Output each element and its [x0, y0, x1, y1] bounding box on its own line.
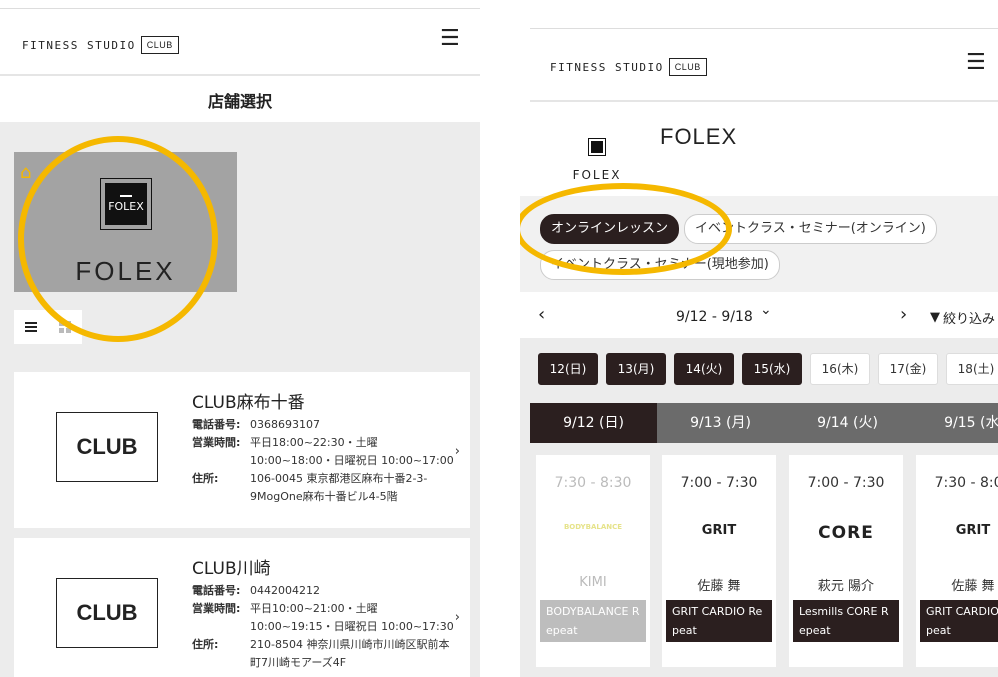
store-info: 電話番号: 0442004212 営業時間: 平日10:00~21:00・土曜 10…	[192, 582, 454, 672]
lesson-card[interactable]: 7:30 - 8:00 GRIT 佐藤 舞 GRIT CARDIO Repeat	[916, 455, 998, 667]
filter-event-online[interactable]: イベントクラス・セミナー(オンライン)	[684, 214, 937, 244]
lesson-time: 7:00 - 7:30	[680, 475, 758, 491]
date-tab[interactable]: 9/15 (水)	[911, 403, 998, 443]
store-card[interactable]: CLUB CLUB麻布十番 電話番号: 0368693107 営業時間: 平日18:…	[14, 372, 470, 528]
filter-online-lesson[interactable]: オンラインレッスン	[540, 214, 680, 244]
program-logo: GRIT	[701, 523, 737, 538]
day-button[interactable]: 17(金)	[878, 353, 938, 385]
folex-logo-frame	[588, 138, 606, 156]
store-card[interactable]: CLUB CLUB川崎 電話番号: 0442004212 営業時間: 平日10:00…	[14, 538, 470, 677]
logo-brand: FITNESS STUDIO	[22, 38, 136, 52]
date-tab-active[interactable]: 9/12 (日)	[530, 403, 657, 443]
day-button[interactable]: 13(月)	[606, 353, 666, 385]
store-name: CLUB麻布十番	[192, 393, 305, 413]
folex-logo: FOLEX	[105, 183, 147, 225]
store-logo: CLUB	[56, 412, 158, 482]
top-divider	[0, 8, 480, 9]
featured-store-name: FOLEX	[75, 256, 176, 286]
studio-logo: FOLEX	[562, 128, 632, 188]
lesson-time: 7:00 - 7:30	[807, 475, 885, 491]
store-select-screen: FITNESS STUDIO CLUB ☰ 店舗選択 ⌂ FOLEX FOLEX…	[0, 0, 480, 677]
chevron-right-icon: ›	[454, 610, 460, 625]
store-info: 電話番号: 0368693107 営業時間: 平日18:00~22:30・土曜 10…	[192, 416, 454, 506]
folex-logo-text: FOLEX	[108, 200, 144, 213]
grid-icon	[59, 321, 71, 333]
instructor-name: KIMI	[579, 575, 607, 590]
lesson-title: BODYBALANCE Repeat	[540, 600, 646, 642]
week-nav	[520, 296, 998, 338]
instructor-name: 佐藤 舞	[951, 579, 995, 594]
address-line1: 210-8504 神奈川県川崎市川崎区駅前本	[250, 638, 450, 651]
date-tab[interactable]: 9/13 (月)	[657, 403, 784, 443]
hours-line2: 10:00~19:15・日曜祝日 10:00~17:30	[250, 620, 454, 633]
instructor-name: 佐藤 舞	[697, 579, 741, 594]
chevron-down-icon[interactable]: ⌄	[760, 302, 772, 318]
phone-value: 0442004212	[250, 584, 320, 597]
menu-icon[interactable]: ☰	[966, 52, 986, 74]
address-label: 住所:	[192, 472, 219, 485]
program-logo: GRIT	[955, 523, 991, 538]
schedule-screen: FITNESS STUDIO CLUB ☰ FOLEX FOLEX オンラインレ…	[520, 0, 998, 677]
store-name: CLUB川崎	[192, 559, 271, 579]
phone-label: 電話番号:	[192, 418, 241, 431]
lesson-time: 7:30 - 8:30	[554, 475, 632, 491]
lesson-title: GRIT CARDIO Repeat	[920, 600, 998, 642]
list-icon	[25, 322, 37, 332]
lesson-card[interactable]: 7:00 - 7:30 GRIT 佐藤 舞 GRIT CARDIO Repeat	[662, 455, 776, 667]
date-tab[interactable]: 9/14 (火)	[784, 403, 911, 443]
day-button[interactable]: 15(水)	[742, 353, 802, 385]
hours-line1: 平日10:00~21:00・土曜	[250, 602, 378, 615]
home-icon: ⌂	[20, 162, 32, 183]
address-line1: 106-0045 東京都港区麻布十番2-3-	[250, 472, 428, 485]
address-label: 住所:	[192, 638, 219, 651]
list-view-toggle[interactable]	[14, 310, 48, 344]
lesson-title: GRIT CARDIO Repeat	[666, 600, 772, 642]
lesson-title: Lesmills CORE Repeat	[793, 600, 899, 642]
day-button[interactable]: 14(火)	[674, 353, 734, 385]
filter-icon: ▼	[930, 310, 940, 325]
studio-name: FOLEX	[660, 124, 738, 149]
prev-week-icon[interactable]: ‹	[538, 304, 545, 325]
phone-label: 電話番号:	[192, 584, 241, 597]
site-logo[interactable]: FITNESS STUDIO CLUB	[22, 36, 179, 54]
phone-value: 0368693107	[250, 418, 320, 431]
grid-view-toggle[interactable]	[48, 310, 82, 344]
lesson-card[interactable]: 7:00 - 7:30 CORE 萩元 陽介 Lesmills CORE Rep…	[789, 455, 903, 667]
instructor-name: 萩元 陽介	[817, 579, 875, 594]
hours-line2: 10:00~18:00・日曜祝日 10:00~17:00	[250, 454, 454, 467]
menu-icon[interactable]: ☰	[440, 28, 460, 50]
filter-button[interactable]: ▼ 絞り込み	[930, 308, 995, 327]
hours-line1: 平日18:00~22:30・土曜	[250, 436, 378, 449]
filter-label: 絞り込み	[943, 312, 996, 327]
week-range[interactable]: 9/12 - 9/18	[676, 309, 753, 325]
logo-brand: FITNESS STUDIO	[550, 60, 664, 74]
next-week-icon[interactable]: ›	[900, 304, 907, 325]
chevron-right-icon: ›	[454, 444, 460, 459]
studio-logo-caption: FOLEX	[572, 168, 622, 182]
lesson-card[interactable]: 7:30 - 8:30 BODYBALANCE KIMI BODYBALANCE…	[536, 455, 650, 667]
day-button[interactable]: 16(木)	[810, 353, 870, 385]
program-logo: BODYBALANCE	[563, 523, 623, 531]
featured-store-card[interactable]: ⌂ FOLEX FOLEX	[14, 152, 237, 292]
hours-label: 営業時間:	[192, 602, 241, 615]
day-button[interactable]: 18(土)	[946, 353, 998, 385]
address-line2: 9MogOne麻布十番ビル4-5階	[250, 490, 398, 503]
header-divider	[0, 74, 480, 76]
lesson-time: 7:30 - 8:00	[934, 475, 998, 491]
program-logo: CORE	[818, 523, 874, 543]
hours-label: 営業時間:	[192, 436, 241, 449]
logo-box: CLUB	[140, 36, 179, 54]
site-logo[interactable]: FITNESS STUDIO CLUB	[550, 58, 707, 76]
folex-logo-frame: FOLEX	[100, 178, 152, 230]
page-title: 店舗選択	[207, 92, 272, 111]
header-divider	[530, 100, 998, 102]
top-divider	[530, 28, 998, 29]
logo-box: CLUB	[668, 58, 707, 76]
day-button[interactable]: 12(日)	[538, 353, 598, 385]
store-logo: CLUB	[56, 578, 158, 648]
filter-event-onsite[interactable]: イベントクラス・セミナー(現地参加)	[540, 250, 780, 280]
address-line2: 町7川崎モアーズ4F	[250, 656, 347, 669]
